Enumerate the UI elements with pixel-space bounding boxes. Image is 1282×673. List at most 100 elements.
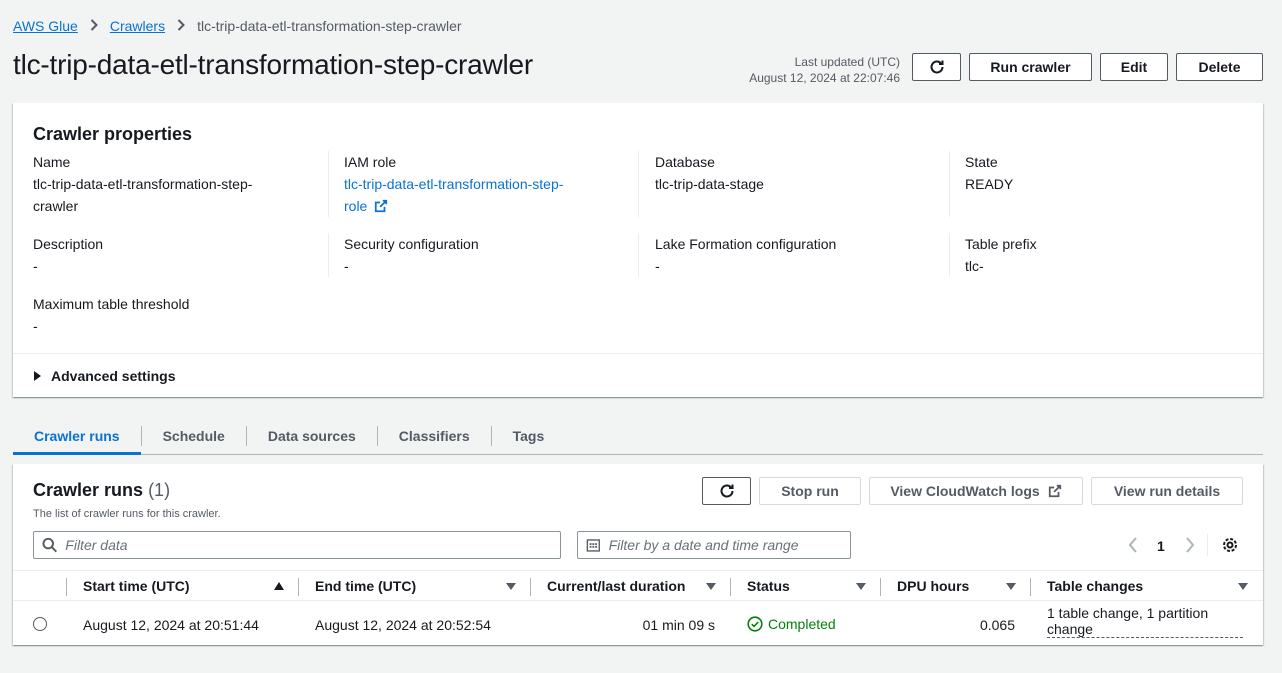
run-crawler-button[interactable]: Run crawler [969, 53, 1092, 81]
last-updated: Last updated (UTC) August 12, 2024 at 22… [749, 54, 900, 86]
column-duration-label: Current/last duration [547, 578, 686, 594]
breadcrumb: AWS Glue Crawlers tlc-trip-data-etl-tran… [13, 17, 462, 35]
cell-dpu-hours: 0.065 [979, 617, 1015, 633]
last-updated-label: Last updated (UTC) [794, 55, 900, 69]
prop-lake-formation: Lake Formation configuration - [655, 233, 836, 277]
pagination-prev-icon[interactable] [1128, 537, 1138, 558]
cell-duration: 01 min 09 s [642, 617, 715, 633]
caret-right-icon [34, 371, 41, 381]
column-dpu-label: DPU hours [897, 578, 970, 594]
cell-table-changes[interactable]: 1 table change, 1 partition change [1047, 605, 1243, 638]
column-separator [1030, 578, 1031, 596]
external-link-icon [1048, 484, 1061, 498]
delete-button[interactable]: Delete [1176, 53, 1263, 81]
crawler-runs-description: The list of crawler runs for this crawle… [33, 508, 221, 520]
prop-security: Security configuration - [344, 233, 479, 277]
pagination-divider [1207, 534, 1208, 556]
status-text: Completed [768, 616, 836, 632]
edit-button[interactable]: Edit [1100, 53, 1168, 81]
column-changes-label: Table changes [1047, 578, 1144, 594]
refresh-button[interactable] [912, 53, 961, 81]
prop-name: Name tlc-trip-data-etl-transformation-st… [33, 151, 252, 217]
column-start-label: Start time (UTC) [83, 578, 190, 594]
date-range-input[interactable] [608, 537, 850, 553]
status-success-icon [747, 616, 763, 632]
tab-classifiers[interactable]: Classifiers [378, 418, 491, 454]
prop-state-value: READY [965, 176, 1014, 192]
table-changes-line2: change [1047, 621, 1093, 637]
prop-description: Description - [33, 233, 103, 277]
table-changes-line1: 1 table change, 1 partition [1047, 605, 1209, 621]
prop-name-value-line2: crawler [33, 198, 79, 214]
column-end-label: End time (UTC) [315, 578, 417, 594]
refresh-icon [930, 60, 943, 74]
column-header-dpu-hours[interactable]: DPU hours [897, 571, 1017, 601]
column-divider [328, 151, 329, 217]
last-updated-value: August 12, 2024 at 22:07:46 [749, 71, 900, 85]
cell-start-time: August 12, 2024 at 20:51:44 [83, 617, 259, 633]
breadcrumb-current: tlc-trip-data-etl-transformation-step-cr… [197, 18, 462, 34]
prop-name-label: Name [33, 154, 71, 170]
column-divider [638, 233, 639, 277]
tab-bar: Crawler runs Schedule Data sources Class… [13, 418, 1263, 455]
tab-crawler-runs[interactable]: Crawler runs [13, 418, 141, 455]
crawler-runs-title: Crawler runs (1) [33, 480, 170, 501]
breadcrumb-aws-glue[interactable]: AWS Glue [13, 18, 78, 34]
iam-role-link-line1: tlc-trip-data-etl-transformation-step- [344, 176, 564, 192]
calendar-icon [586, 539, 600, 552]
advanced-settings-label: Advanced settings [51, 368, 176, 384]
pagination-page-number[interactable]: 1 [1157, 538, 1165, 554]
cell-status: Completed [747, 616, 836, 632]
prop-name-value-line1: tlc-trip-data-etl-transformation-step- [33, 176, 253, 192]
breadcrumb-crawlers[interactable]: Crawlers [110, 18, 165, 34]
column-header-table-changes[interactable]: Table changes [1047, 571, 1248, 601]
tab-schedule[interactable]: Schedule [142, 418, 246, 454]
column-header-status[interactable]: Status [747, 571, 867, 601]
advanced-settings-toggle[interactable]: Advanced settings [34, 368, 175, 384]
column-separator [66, 578, 67, 596]
table-header: Start time (UTC) End time (UTC) Current/… [13, 570, 1263, 601]
stop-run-button[interactable]: Stop run [759, 477, 861, 505]
column-header-duration[interactable]: Current/last duration [547, 571, 727, 601]
tab-data-sources[interactable]: Data sources [247, 418, 377, 454]
column-divider [949, 233, 950, 277]
chevron-right-icon [90, 18, 98, 34]
prop-description-value: - [33, 258, 38, 274]
chevron-right-icon [177, 18, 185, 34]
external-link-icon [375, 199, 388, 213]
sort-icon [856, 583, 866, 590]
prop-lake-label: Lake Formation configuration [655, 236, 837, 252]
sort-icon [506, 583, 516, 590]
runs-refresh-button[interactable] [702, 477, 751, 505]
column-header-start-time[interactable]: Start time (UTC) [83, 571, 293, 601]
prop-database-value: tlc-trip-data-stage [655, 176, 764, 192]
date-range-filter[interactable] [577, 531, 851, 559]
prop-prefix-value: tlc- [965, 258, 984, 274]
sort-icon [706, 583, 716, 590]
page-title: tlc-trip-data-etl-transformation-step-cr… [13, 49, 534, 80]
table-row[interactable]: August 12, 2024 at 20:51:44 August 12, 2… [13, 601, 1263, 645]
row-select-radio[interactable] [33, 617, 47, 631]
sort-ascending-icon [274, 582, 284, 590]
filter-data-input[interactable] [65, 537, 560, 553]
column-separator [530, 578, 531, 596]
column-separator [298, 578, 299, 596]
settings-gear-icon[interactable] [1222, 537, 1238, 558]
crawler-properties-card: Crawler properties Name tlc-trip-data-et… [13, 103, 1263, 397]
column-separator [730, 578, 731, 596]
view-cloudwatch-logs-label: View CloudWatch logs [890, 483, 1040, 499]
iam-role-link[interactable]: tlc-trip-data-etl-transformation-step- r… [344, 173, 563, 217]
sort-icon [1006, 583, 1016, 590]
view-cloudwatch-logs-button[interactable]: View CloudWatch logs [869, 477, 1083, 505]
pagination-next-icon[interactable] [1185, 537, 1195, 558]
prop-description-label: Description [33, 236, 104, 252]
crawler-runs-count: (1) [148, 480, 171, 500]
sort-icon [1238, 583, 1248, 590]
crawler-runs-heading: Crawler runs [33, 480, 144, 500]
view-run-details-button[interactable]: View run details [1091, 477, 1243, 505]
tab-tags[interactable]: Tags [492, 418, 566, 454]
prop-max-threshold: Maximum table threshold - [33, 293, 189, 337]
prop-security-label: Security configuration [344, 236, 479, 252]
filter-data-field[interactable] [33, 531, 561, 559]
column-header-end-time[interactable]: End time (UTC) [315, 571, 516, 601]
